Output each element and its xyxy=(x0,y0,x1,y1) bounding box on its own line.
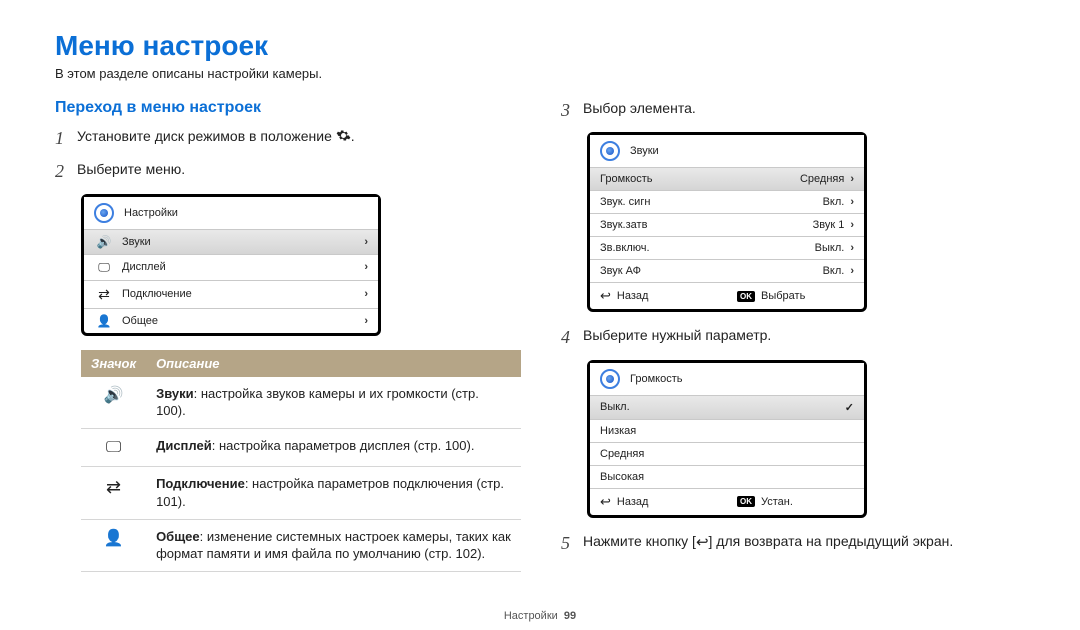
step-number: 4 xyxy=(561,326,583,349)
chevron-right-icon: › xyxy=(364,261,368,273)
panel-b-title: Звуки xyxy=(630,145,659,157)
icon-description-table: Значок Описание Звуки: настройка звуков … xyxy=(81,350,521,572)
step-5-text: Нажмите кнопку [ xyxy=(583,533,696,549)
step-2-text: Выберите меню. xyxy=(77,160,185,180)
page-intro: В этом разделе описаны настройки камеры. xyxy=(55,66,1025,81)
step-5: 5 Нажмите кнопку [ ] для возврата на пред… xyxy=(561,532,1025,555)
step-1-suffix: . xyxy=(351,128,355,144)
step-5-suffix: ] для возврата на предыдущий экран. xyxy=(709,533,954,549)
panel-a-title: Настройки xyxy=(124,207,178,219)
chevron-right-icon: › xyxy=(850,265,854,277)
left-column: Переход в меню настроек 1 Установите дис… xyxy=(55,99,521,572)
panel-settings: Настройки Звуки › Дисплей › Подключение … xyxy=(81,194,381,336)
chevron-right-icon: › xyxy=(850,173,854,185)
step-2: 2 Выберите меню. xyxy=(55,160,521,183)
step-number: 5 xyxy=(561,532,583,555)
ok-icon: OK xyxy=(737,291,755,302)
chevron-right-icon: › xyxy=(850,242,854,254)
chevron-right-icon: › xyxy=(850,219,854,231)
table-row: Дисплей: настройка параметров дисплея (с… xyxy=(81,428,521,467)
step-number: 3 xyxy=(561,99,583,122)
table-head-desc: Описание xyxy=(146,350,521,377)
connect-icon xyxy=(94,286,114,303)
table-head-icon: Значок xyxy=(81,350,146,377)
general-icon xyxy=(81,519,146,571)
menu-item-connection[interactable]: Подключение › xyxy=(84,280,378,308)
volume-option-medium[interactable]: Средняя xyxy=(590,442,864,465)
sound-row-shutter[interactable]: Звук.затв Звук 1 › xyxy=(590,213,864,236)
chevron-right-icon: › xyxy=(364,288,368,300)
page-title: Меню настроек xyxy=(55,30,1025,62)
volume-option-off[interactable]: Выкл. ✓ xyxy=(590,395,864,419)
step-4: 4 Выберите нужный параметр. xyxy=(561,326,1025,349)
display-icon xyxy=(81,428,146,467)
step-1: 1 Установите диск режимов в положение . xyxy=(55,127,521,150)
step-3-text: Выбор элемента. xyxy=(583,99,696,119)
volume-option-high[interactable]: Высокая xyxy=(590,465,864,488)
select-button[interactable]: OKВыбрать xyxy=(727,283,864,309)
menu-item-general[interactable]: Общее › xyxy=(84,308,378,333)
menu-item-display[interactable]: Дисплей › xyxy=(84,254,378,280)
back-button[interactable]: Назад xyxy=(590,489,727,515)
menu-item-sounds[interactable]: Звуки › xyxy=(84,229,378,254)
sound-row-startup[interactable]: Зв.включ. Выкл. › xyxy=(590,236,864,259)
ok-icon: OK xyxy=(737,496,755,507)
selector-icon xyxy=(600,141,620,161)
display-icon xyxy=(94,260,114,275)
step-4-text: Выберите нужный параметр. xyxy=(583,326,771,346)
step-3: 3 Выбор элемента. xyxy=(561,99,1025,122)
sound-row-af[interactable]: Звук АФ Вкл. › xyxy=(590,259,864,282)
speaker-icon xyxy=(94,235,114,249)
volume-option-low[interactable]: Низкая xyxy=(590,419,864,442)
selector-icon xyxy=(94,203,114,223)
table-row: Общее: изменение системных настроек каме… xyxy=(81,519,521,571)
return-icon xyxy=(696,533,709,549)
gear-icon xyxy=(336,128,351,149)
back-icon xyxy=(600,494,611,510)
sound-row-beep[interactable]: Звук. сигн Вкл. › xyxy=(590,190,864,213)
step-number: 1 xyxy=(55,127,77,150)
panel-sounds: Звуки Громкость Средняя › Звук. сигн Вкл… xyxy=(587,132,867,312)
back-icon xyxy=(600,288,611,304)
connect-icon xyxy=(81,467,146,519)
page-footer: Настройки 99 xyxy=(0,610,1080,622)
panel-volume: Громкость Выкл. ✓ Низкая Средняя Высокая… xyxy=(587,360,867,518)
step-number: 2 xyxy=(55,160,77,183)
section-subhead: Переход в меню настроек xyxy=(55,99,521,117)
table-row: Подключение: настройка параметров подклю… xyxy=(81,467,521,519)
step-1-text: Установите диск режимов в положение xyxy=(77,128,332,144)
speaker-icon xyxy=(81,377,146,429)
right-column: 3 Выбор элемента. Звуки Громкость Средня… xyxy=(561,99,1025,572)
chevron-right-icon: › xyxy=(364,315,368,327)
panel-c-title: Громкость xyxy=(630,373,682,385)
table-row: Звуки: настройка звуков камеры и их гром… xyxy=(81,377,521,429)
set-button[interactable]: OKУстан. xyxy=(727,489,864,515)
sound-row-volume[interactable]: Громкость Средняя › xyxy=(590,167,864,190)
general-icon xyxy=(94,314,114,328)
chevron-right-icon: › xyxy=(850,196,854,208)
chevron-right-icon: › xyxy=(364,236,368,248)
check-icon: ✓ xyxy=(845,401,854,414)
selector-icon xyxy=(600,369,620,389)
back-button[interactable]: Назад xyxy=(590,283,727,309)
